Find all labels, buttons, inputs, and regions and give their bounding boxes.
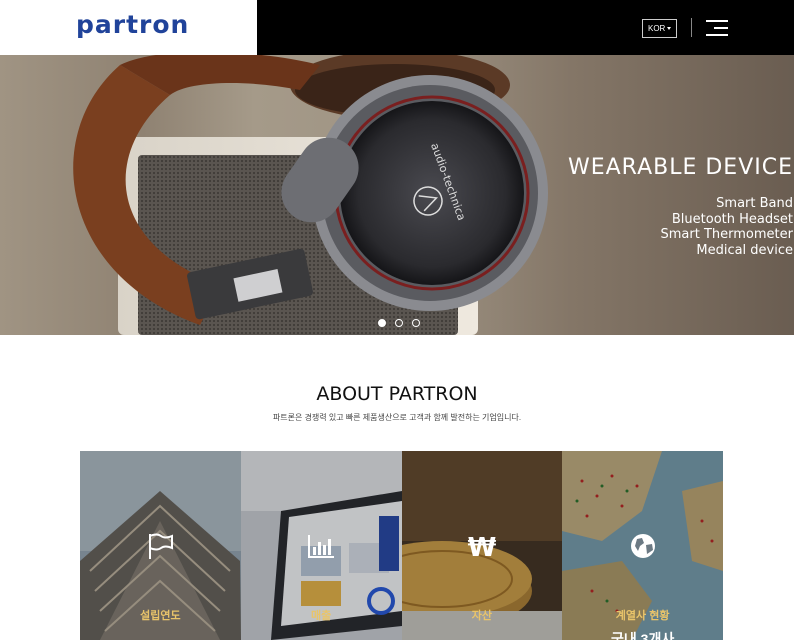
slider-pagination [378,319,420,327]
card-extra: 국내 3개사 [611,631,675,640]
hero-title: WEARABLE DEVICE [567,155,793,180]
hero-product-list: Smart Band Bluetooth Headset Smart Therm… [661,196,793,258]
logo-area[interactable]: partron [0,0,257,55]
hero-product-item: Bluetooth Headset [671,211,793,227]
card-label: 자산 [471,610,492,622]
card-label: 계열사 현황 [615,610,670,622]
slider-dot-2[interactable] [395,319,403,327]
hero-slider: audio-technica WEARABLE DEVICE Smart Ban… [0,55,794,335]
hero-product-item: Smart Band [716,196,793,211]
globe-icon [630,534,655,558]
menu-bar [706,20,728,22]
menu-bar [714,27,728,29]
language-select[interactable]: KOR [642,19,677,38]
slider-dot-3[interactable] [412,319,420,327]
hero-product-item: Medical device [696,242,793,258]
about-title: ABOUT PARTRON [316,383,478,405]
partron-logo[interactable]: partron [76,10,189,39]
caret-down-icon [667,27,671,30]
language-label: KOR [648,24,666,33]
site-header: partron KOR [0,0,794,55]
headphones-image: audio-technica [73,55,548,335]
card-revenue[interactable]: 매출 [240,451,402,640]
menu-bar [706,34,728,36]
about-subtitle: 파트론은 경쟁력 있고 빠른 제품생산으로 고객과 함께 발전하는 기업입니다. [272,413,522,422]
svg-text:₩: ₩ [468,533,497,561]
won-icon: ₩ [468,533,497,561]
card-assets[interactable]: ₩ 자산 [401,451,563,640]
bar-chart-icon [308,535,335,558]
hamburger-icon[interactable] [706,19,728,37]
hero-product-item: Smart Thermometer [660,227,793,242]
slider-dot-1[interactable] [378,319,386,327]
card-label: 설립연도 [140,610,181,622]
card-label: 매출 [311,610,332,622]
about-cards: 설립연도 매출 ₩ 자산 계열사 현황 국내 3개사 [80,451,723,640]
card-affiliates[interactable]: 계열사 현황 국내 3개사 [562,451,723,640]
flag-icon [149,533,174,559]
card-founding-year[interactable]: 설립연도 [80,451,241,640]
header-divider [691,18,692,37]
